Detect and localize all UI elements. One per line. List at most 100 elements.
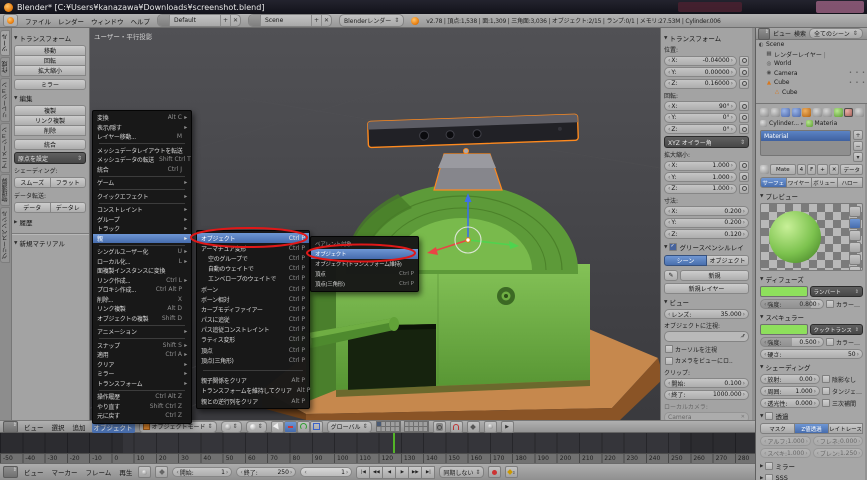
lock-icon[interactable]: [739, 56, 749, 66]
panel-header-history[interactable]: 履歴: [14, 217, 86, 227]
parent-submenu-item[interactable]: 頂点(三角形) Ctrl P: [197, 355, 309, 365]
outliner-menu-search[interactable]: 検索: [794, 29, 806, 38]
breadcrumb-object[interactable]: Cylinder...: [769, 120, 799, 127]
gp-new-layer-button[interactable]: 新規レイヤー: [664, 283, 749, 294]
playback-button[interactable]: ▶|: [421, 466, 435, 479]
context-menu-item[interactable]: トラック ▸: [93, 224, 191, 234]
dimension-field[interactable]: X:0.200: [664, 206, 749, 216]
tab-render-icon[interactable]: [760, 108, 769, 117]
shading-checkbox[interactable]: [822, 387, 830, 395]
viewport-menu-item[interactable]: 追加: [71, 421, 88, 433]
preview-flat-button[interactable]: [849, 206, 861, 217]
shade-flat-button[interactable]: フラット: [51, 177, 87, 188]
transparency-field[interactable]: スペキ:1.000: [760, 448, 811, 458]
info-menu-item[interactable]: ファイル: [25, 16, 51, 26]
location-field[interactable]: X:-0.04000: [664, 56, 737, 66]
use-preview-range-toggle[interactable]: [138, 466, 151, 478]
panel-header-sss[interactable]: SSS: [760, 474, 863, 480]
panel-header-diffuse[interactable]: ディフューズ: [760, 274, 863, 284]
slot-remove-button[interactable]: −: [853, 141, 863, 151]
panel-header-preview[interactable]: プレビュー: [760, 191, 863, 201]
layers-widget[interactable]: [376, 421, 429, 432]
diffuse-color-swatch[interactable]: [760, 286, 808, 297]
info-menu-item[interactable]: ウィンドウ: [91, 16, 124, 26]
parent-submenu-item[interactable]: 親との逆行列をクリア Alt P: [197, 396, 309, 406]
context-menu-item[interactable]: シングルユーザー化 U ▸: [93, 247, 191, 257]
context-menu-item[interactable]: クリア ▸: [93, 360, 191, 370]
scale-field[interactable]: X:1.000: [664, 161, 737, 171]
diffuse-intensity-slider[interactable]: 強度:0.800: [760, 299, 824, 309]
parent-submenu-item[interactable]: ラティス変形 Ctrl P: [197, 335, 309, 345]
material-name-field[interactable]: Mate: [770, 164, 796, 175]
manipulator-translate-toggle[interactable]: [284, 421, 297, 433]
tab-scene-icon[interactable]: [781, 108, 790, 117]
outliner-item-label[interactable]: Cube: [782, 89, 798, 96]
gp-pencil-icon[interactable]: ✎: [664, 270, 678, 281]
lock-camera-checkbox[interactable]: [665, 357, 673, 365]
context-menu-item[interactable]: 削除... X: [93, 295, 191, 305]
outliner-item-label[interactable]: World: [774, 60, 791, 67]
outliner-row[interactable]: ▦ レンダーレイヤー: [756, 50, 867, 60]
material-slot-list[interactable]: Material: [760, 130, 851, 156]
screen-layout-selector[interactable]: Default + ✕: [157, 14, 241, 27]
transfer-layout-button[interactable]: データレ: [51, 202, 87, 213]
context-menu-item[interactable]: 表示/隠す ▸: [93, 123, 191, 133]
material-fake-user-button[interactable]: F: [807, 164, 816, 175]
parent-submenu-item[interactable]: 空のグループで Ctrl P: [197, 253, 309, 263]
context-menu-item[interactable]: ミラー ▸: [93, 369, 191, 379]
context-menu-item[interactable]: 統合 Ctrl J: [93, 165, 191, 175]
timeline-menu-item[interactable]: 再生: [117, 466, 134, 478]
location-field[interactable]: Z:0.16000: [664, 79, 737, 89]
shading-checkbox[interactable]: [822, 375, 830, 383]
material-slot-active[interactable]: Material: [761, 131, 850, 141]
parent-submenu-item[interactable]: 親子関係をクリア Alt P: [197, 376, 309, 386]
outliner-row[interactable]: ▲ Cube: [756, 78, 867, 88]
set-parent-menu-item[interactable]: オブジェクト: [311, 249, 418, 259]
lock-icon[interactable]: [739, 79, 749, 89]
edit-tool-button[interactable]: 削除: [14, 126, 86, 136]
toolshelf-tab[interactable]: 物理演算: [0, 174, 10, 206]
snap-element-dropdown[interactable]: [467, 421, 480, 433]
viewport-menu-item[interactable]: 選択: [50, 421, 67, 433]
preview-world-button[interactable]: [849, 266, 861, 271]
parent-submenu-item[interactable]: 自動のウェイトで Ctrl P: [197, 264, 309, 274]
transparency-field[interactable]: ブレン:1.250: [813, 448, 864, 458]
transform-tool-button[interactable]: 回転: [14, 56, 86, 66]
context-menu-item[interactable]: ゲーム ▸: [93, 178, 191, 188]
timeline-tracks[interactable]: [0, 433, 755, 453]
set-parent-menu-item[interactable]: ペアレント対象: [311, 239, 418, 249]
info-menu-item[interactable]: ヘルプ: [131, 16, 151, 26]
panel-header-transform-n[interactable]: トランスフォーム: [664, 33, 749, 43]
specular-ramp-checkbox[interactable]: [826, 338, 834, 346]
mirror-checkbox[interactable]: [765, 462, 773, 470]
rotation-field[interactable]: Y:0°: [664, 113, 737, 123]
specular-shader-dropdown[interactable]: クックトランス: [810, 324, 864, 335]
clip-start-field[interactable]: 開始:0.100: [664, 378, 749, 388]
context-menu-item[interactable]: クイックエフェクト ▸: [93, 192, 191, 202]
eyedropper-icon[interactable]: [740, 334, 745, 339]
lock-icon[interactable]: [739, 67, 749, 77]
scale-field[interactable]: Y:1.000: [664, 172, 737, 182]
context-menu-item[interactable]: リンク作成... Ctrl L ▸: [93, 276, 191, 286]
lock-object-field[interactable]: [664, 331, 749, 342]
context-menu-item[interactable]: プロキシ作成... Ctrl Alt P: [93, 285, 191, 295]
slot-add-button[interactable]: +: [853, 130, 863, 140]
context-menu-item[interactable]: アニメーション ▸: [93, 327, 191, 337]
timeline-menu-item[interactable]: マーカー: [50, 466, 80, 478]
shading-checkbox[interactable]: [822, 399, 830, 407]
context-menu-item[interactable]: レイヤー移動... M: [93, 132, 191, 142]
material-type-tab[interactable]: ハロー: [837, 177, 864, 188]
specular-intensity-slider[interactable]: 強度:0.500: [760, 337, 824, 347]
panel-header-mirror[interactable]: ミラー: [760, 461, 863, 471]
parent-submenu-item[interactable]: オブジェクト Ctrl P: [197, 233, 309, 243]
tab-render-layers-icon[interactable]: [771, 108, 780, 117]
set-parent-menu-item[interactable]: 頂点(三角形) Ctrl P: [311, 279, 418, 289]
parent-submenu-item[interactable]: エンベロープのウェイトで Ctrl P: [197, 274, 309, 284]
outliner-item-label[interactable]: Cube: [774, 79, 790, 86]
transparency-mode-tab[interactable]: レイトレース: [828, 423, 863, 434]
pivot-point-dropdown[interactable]: ⇕: [246, 421, 267, 433]
playback-button[interactable]: ◀: [382, 466, 396, 479]
shading-value-field[interactable]: 周囲:1.000: [760, 386, 820, 396]
tab-texture-icon[interactable]: [855, 108, 864, 117]
playback-button[interactable]: ▶: [395, 466, 409, 479]
